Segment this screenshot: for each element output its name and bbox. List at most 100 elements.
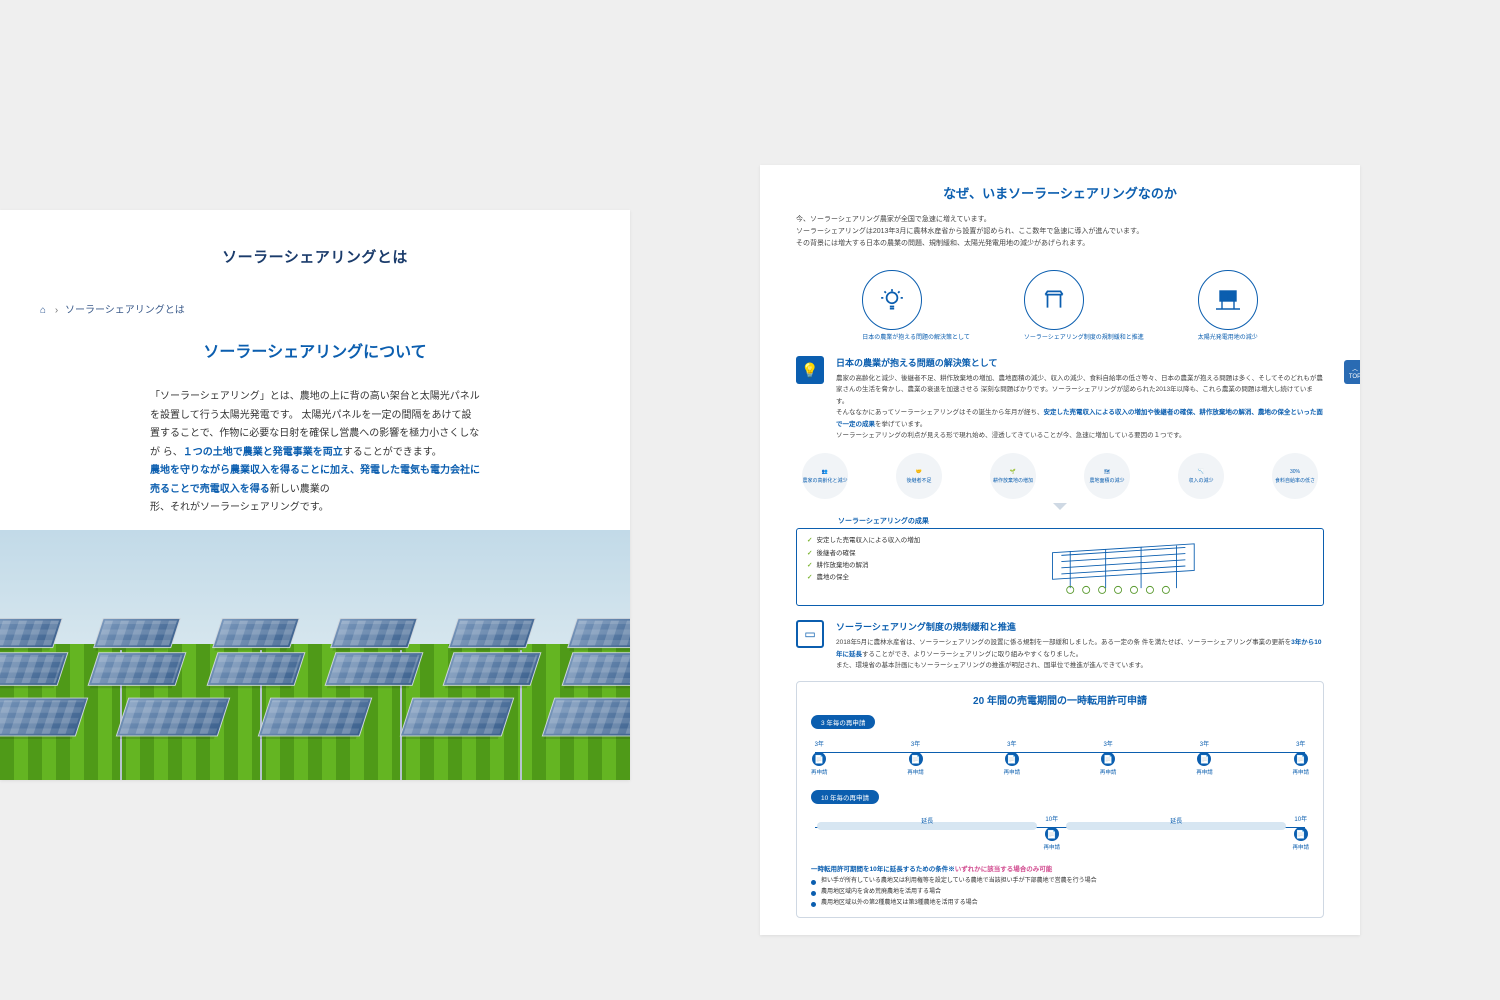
bulb-icon xyxy=(862,270,922,330)
list-item: ✓安定した売電収入による収入の増加 xyxy=(807,535,920,547)
s1t3: ソーラーシェアリングの利点が見える形で現れ始め、浸透してきていることが今、急速に… xyxy=(836,432,1185,439)
timeline-node: 3年📄再申請 xyxy=(1004,739,1021,776)
p1c-post: することができます。 xyxy=(343,447,442,458)
s1t2a: そんななかにあってソーラーシェアリングはその誕生から年月が経ち、 xyxy=(836,409,1044,416)
solar-row xyxy=(0,616,630,650)
s2t1b: することができ、よりソーラーシェアリングに取り組みやすくなりました。 xyxy=(862,651,1082,658)
solar-panel-icon xyxy=(258,697,373,736)
s1t1: 農家の高齢化と減少、後継者不足、耕作放棄地の増加、農地面積の減少、収入の減少、食… xyxy=(836,375,1323,405)
scroll-top-button[interactable]: ︿ TOP xyxy=(1344,360,1360,384)
timeline-node: 3年📄再申請 xyxy=(1292,739,1309,776)
breadcrumb[interactable]: ⌂ › ソーラーシェアリングとは xyxy=(0,277,630,324)
mini-item: 🌱耕作放棄地の増加 xyxy=(990,453,1036,499)
timeline-node: 3年📄再申請 xyxy=(1196,739,1213,776)
frame-square-icon: ▭ xyxy=(796,620,824,648)
c2: ソーラーシェアリング制度の規制緩和と推進 xyxy=(1024,334,1144,342)
right-title: なぜ、いまソーラーシェアリングなのか xyxy=(796,183,1324,208)
doc-icon: 📄 xyxy=(1045,827,1059,841)
doc-icon: 📄 xyxy=(812,752,826,766)
app-title: 20 年間の売電期間の一時転用許可申請 xyxy=(811,692,1309,707)
frame-icon xyxy=(1024,270,1084,330)
section-problems: 💡 日本の農業が抱える問題の解決策として 農家の高齢化と減少、後継者不足、耕作放… xyxy=(796,356,1324,441)
svg-text:売地: 売地 xyxy=(1222,293,1234,301)
solar-panel-icon xyxy=(206,652,305,686)
condition-list: 担い手が所有している農地又は利用権等を設定している農地で当該担い手が下部農地で営… xyxy=(811,876,1309,908)
left-document: ソーラーシェアリングとは ⌂ › ソーラーシェアリングとは ソーラーシェアリング… xyxy=(0,210,630,780)
list-item: ✓後継者の確保 xyxy=(807,548,920,560)
solar-panel-icon xyxy=(0,617,63,647)
circle-item: 日本の農業が抱える問題の解決策として xyxy=(862,270,970,342)
page-title-text: ソーラーシェアリングとは xyxy=(222,249,408,266)
doc-icon: 📄 xyxy=(1294,827,1308,841)
bulb-square-icon: 💡 xyxy=(796,356,824,384)
list-item: ✓農地の保全 xyxy=(807,572,920,584)
c1: 日本の農業が抱える問題の解決策として xyxy=(862,334,970,342)
timeline-node: 10年📄再申請 xyxy=(1043,814,1060,851)
list-item: 農用地区域以外の第2種農地又は第3種農地を活用する場合 xyxy=(811,898,1309,909)
i3: その背景には増大する日本の農業の問題、規制緩和、太陽光発電用地の減少があげられま… xyxy=(796,240,1089,247)
chevron-down-icon xyxy=(1053,503,1067,510)
solar-panel-icon xyxy=(94,617,182,647)
p2-last: 形、それがソーラーシェアリングです。 xyxy=(150,502,329,513)
list-item: 農用地区域内を含め荒廃農地を活用する場合 xyxy=(811,887,1309,898)
solar-panel-icon xyxy=(88,652,187,686)
s2-text: 2018年5月に農林水産省は、ソーラーシェアリングの設置に係る規制を一部緩和しま… xyxy=(836,637,1324,671)
i2: ソーラーシェアリングは2013年3月に農林水産省から設置が認められ、ここ数年で急… xyxy=(796,228,1143,235)
solar-panel-icon xyxy=(567,617,630,647)
solar-panel-icon xyxy=(325,652,424,686)
doc-icon: 📄 xyxy=(1101,752,1115,766)
segment: 延長 xyxy=(1066,822,1286,830)
solar-panel-icon xyxy=(443,652,542,686)
list-item: 担い手が所有している農地又は利用権等を設定している農地で当該担い手が下部農地で営… xyxy=(811,876,1309,887)
mini-item: 🗺農地面積の減少 xyxy=(1084,453,1130,499)
badge-3yr: 3 年毎の再申請 xyxy=(811,715,875,729)
circle-item: ソーラーシェアリング制度の規制緩和と推進 xyxy=(1024,270,1144,342)
section-body: 日本の農業が抱える問題の解決策として 農家の高齢化と減少、後継者不足、耕作放棄地… xyxy=(836,356,1324,441)
doc-icon: 📄 xyxy=(1294,752,1308,766)
check-icon: ✓ xyxy=(807,537,812,544)
p2-post: 新しい農業の xyxy=(270,484,330,495)
s1t2b: を挙げています。 xyxy=(875,421,926,428)
s2-head: ソーラーシェアリング制度の規制緩和と推進 xyxy=(836,620,1324,633)
breadcrumb-current: ソーラーシェアリングとは xyxy=(65,305,185,316)
breadcrumb-sep: › xyxy=(55,305,58,316)
solar-panel-icon xyxy=(449,617,537,647)
solar-sharing-illustration xyxy=(934,535,1313,599)
mini-item: 👥農家の高齢化と減少 xyxy=(802,453,848,499)
doc-icon: 📄 xyxy=(1197,752,1211,766)
mini-item: 30%食料自給率の低さ xyxy=(1272,453,1318,499)
result-box: ✓安定した売電収入による収入の増加 ✓後継者の確保 ✓耕作放棄地の解消 ✓農地の… xyxy=(796,528,1324,606)
list-item: ✓耕作放棄地の解消 xyxy=(807,560,920,572)
mini-circles: 👥農家の高齢化と減少 🤝後継者不足 🌱耕作放棄地の増加 🗺農地面積の減少 📉収入… xyxy=(802,453,1318,499)
body-text: 「ソーラーシェアリング」とは、農地の上に背の高い架台と太陽光パネルを設置して行う… xyxy=(0,372,630,530)
doc-icon: 📄 xyxy=(1005,752,1019,766)
section-title: ソーラーシェアリングについて xyxy=(0,324,630,372)
mini-item: 🤝後継者不足 xyxy=(896,453,942,499)
solar-panel-icon xyxy=(0,652,69,686)
timeline-node: 10年📄再申請 xyxy=(1292,814,1309,851)
timeline-node: 3年📄再申請 xyxy=(907,739,924,776)
s1-text: 農家の高齢化と減少、後継者不足、耕作放棄地の増加、農地面積の減少、収入の減少、食… xyxy=(836,373,1324,441)
feature-circles: 日本の農業が抱える問題の解決策として ソーラーシェアリング制度の規制緩和と推進 … xyxy=(796,270,1324,342)
badge-10yr: 10 年毎の再申請 xyxy=(811,790,879,804)
solar-row xyxy=(0,695,630,739)
solar-panel-icon xyxy=(0,697,88,736)
page-title: ソーラーシェアリングとは xyxy=(0,210,630,277)
solar-panel-icon xyxy=(400,697,515,736)
timeline-10yr: 延長 10年📄再申請 延長 10年📄再申請 xyxy=(811,808,1309,857)
home-icon[interactable]: ⌂ xyxy=(40,305,46,316)
top-label: TOP xyxy=(1349,374,1360,380)
solar-panel-icon xyxy=(330,617,418,647)
check-icon: ✓ xyxy=(807,550,812,557)
s2t2: また、環境省の基本計画にもソーラーシェアリングの推進が明記され、国単位で推進が進… xyxy=(836,662,1147,669)
timeline-node: 3年📄再申請 xyxy=(1100,739,1117,776)
solar-panel-icon xyxy=(212,617,300,647)
solar-panel-icon xyxy=(561,652,630,686)
mini-item: 📉収入の減少 xyxy=(1178,453,1224,499)
c3: 太陽光発電用地の減少 xyxy=(1198,334,1258,342)
land-sign-icon: 売地 xyxy=(1198,270,1258,330)
p1c-hl: １つの土地で農業と発電事業を両立 xyxy=(183,447,343,458)
p1c-pre: ら、 xyxy=(163,447,183,458)
check-icon: ✓ xyxy=(807,574,812,581)
right-intro: 今、ソーラーシェアリング農家が全国で急速に増えています。 ソーラーシェアリングは… xyxy=(796,208,1324,262)
